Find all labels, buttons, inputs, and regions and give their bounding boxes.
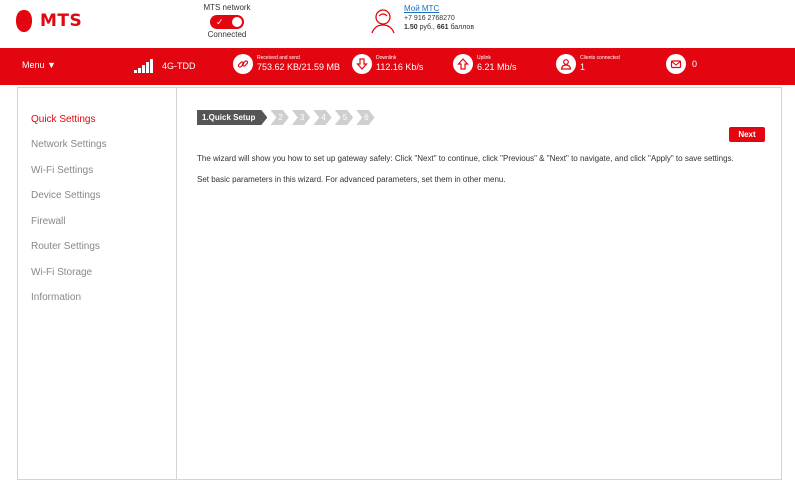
uplink-label: Uplink [477,55,491,61]
clients-stat[interactable]: Clients connected 1 [556,54,620,74]
status-bar: Menu ▼ 4G-TDD Received and send 753.62 K… [0,48,795,85]
bonus-unit: баллов [448,24,475,31]
sidebar-item-wifi-storage[interactable]: Wi-Fi Storage [31,267,92,278]
downlink-value: 112.16 Kb/s [376,62,424,72]
menu-button[interactable]: Menu ▼ [22,60,56,70]
account-text: Мой МТС +7 916 2768270 1.50 руб., 661 ба… [404,4,474,32]
router-web-ui: MTS MTS network ✓ Connected Мой МТС +7 9… [0,0,795,489]
settings-sidebar: Quick Settings Network Settings Wi-Fi Se… [18,88,177,479]
logo-text: MTS [40,11,83,31]
check-icon: ✓ [216,17,224,27]
uplink-value: 6.21 Mb/s [477,62,517,72]
toggle-knob [232,17,242,27]
wizard-note: Set basic parameters in this wizard. For… [197,175,506,184]
traffic-label: Received and send [257,55,300,61]
main-panel: Quick Settings Network Settings Wi-Fi Se… [17,87,782,480]
next-button[interactable]: Next [729,127,765,142]
wizard-step-1[interactable]: 1.Quick Setup [197,110,267,125]
wizard-step-3[interactable]: 3 [292,110,310,125]
uplink-stat: Uplink 6.21 Mb/s [453,54,517,74]
sidebar-item-router-settings[interactable]: Router Settings [31,241,100,252]
sidebar-item-wifi-settings[interactable]: Wi-Fi Settings [31,165,93,176]
wizard-step-5[interactable]: 5 [335,110,353,125]
mts-egg-icon [16,10,32,32]
wizard-steps: 1.Quick Setup 2 3 4 5 6 [197,110,378,125]
clients-label: Clients connected [580,55,620,61]
account-info: Мой МТС +7 916 2768270 1.50 руб., 661 ба… [368,4,474,34]
wizard-description: The wizard will show you how to set up g… [197,154,734,163]
sidebar-item-network-settings[interactable]: Network Settings [31,139,107,150]
downlink-label: Downlink [376,55,397,61]
downlink-stat: Downlink 112.16 Kb/s [352,54,423,74]
top-header: MTS MTS network ✓ Connected Мой МТС +7 9… [0,0,795,44]
wizard-step-2[interactable]: 2 [270,110,288,125]
link-icon [233,54,253,74]
account-phone: +7 916 2768270 [404,15,455,22]
sidebar-item-quick-settings[interactable]: Quick Settings [31,114,95,125]
upload-arrow-icon [453,54,473,74]
traffic-stat: Received and send 753.62 KB/21.59 MB [233,54,340,74]
network-status: MTS network ✓ Connected [196,3,258,40]
wizard-step-4[interactable]: 4 [313,110,331,125]
clients-icon [556,54,576,74]
wizard-step-6[interactable]: 6 [356,110,374,125]
messages-stat[interactable]: 0 [666,54,697,74]
download-arrow-icon [352,54,372,74]
wizard-content: 1.Quick Setup 2 3 4 5 6 Next The wizard … [178,88,782,479]
traffic-value: 753.62 KB/21.59 MB [257,62,341,72]
sidebar-item-information[interactable]: Information [31,292,81,303]
balance-currency: руб., [417,24,437,31]
envelope-icon [666,54,686,74]
balance-amount: 1.50 [404,24,418,31]
user-avatar-icon [371,9,395,34]
network-type: 4G-TDD [162,61,196,71]
mts-logo[interactable]: MTS [16,10,82,32]
my-mts-link[interactable]: Мой МТС [404,4,474,13]
clients-count: 1 [580,62,586,72]
network-toggle[interactable]: ✓ [210,15,244,29]
sidebar-item-device-settings[interactable]: Device Settings [31,190,100,201]
messages-count: 0 [692,59,698,69]
bonus-amount: 661 [436,24,449,31]
sidebar-item-firewall[interactable]: Firewall [31,216,65,227]
network-title: MTS network [203,3,251,12]
signal-strength-icon [134,59,154,73]
network-connection-status: Connected [207,30,247,39]
